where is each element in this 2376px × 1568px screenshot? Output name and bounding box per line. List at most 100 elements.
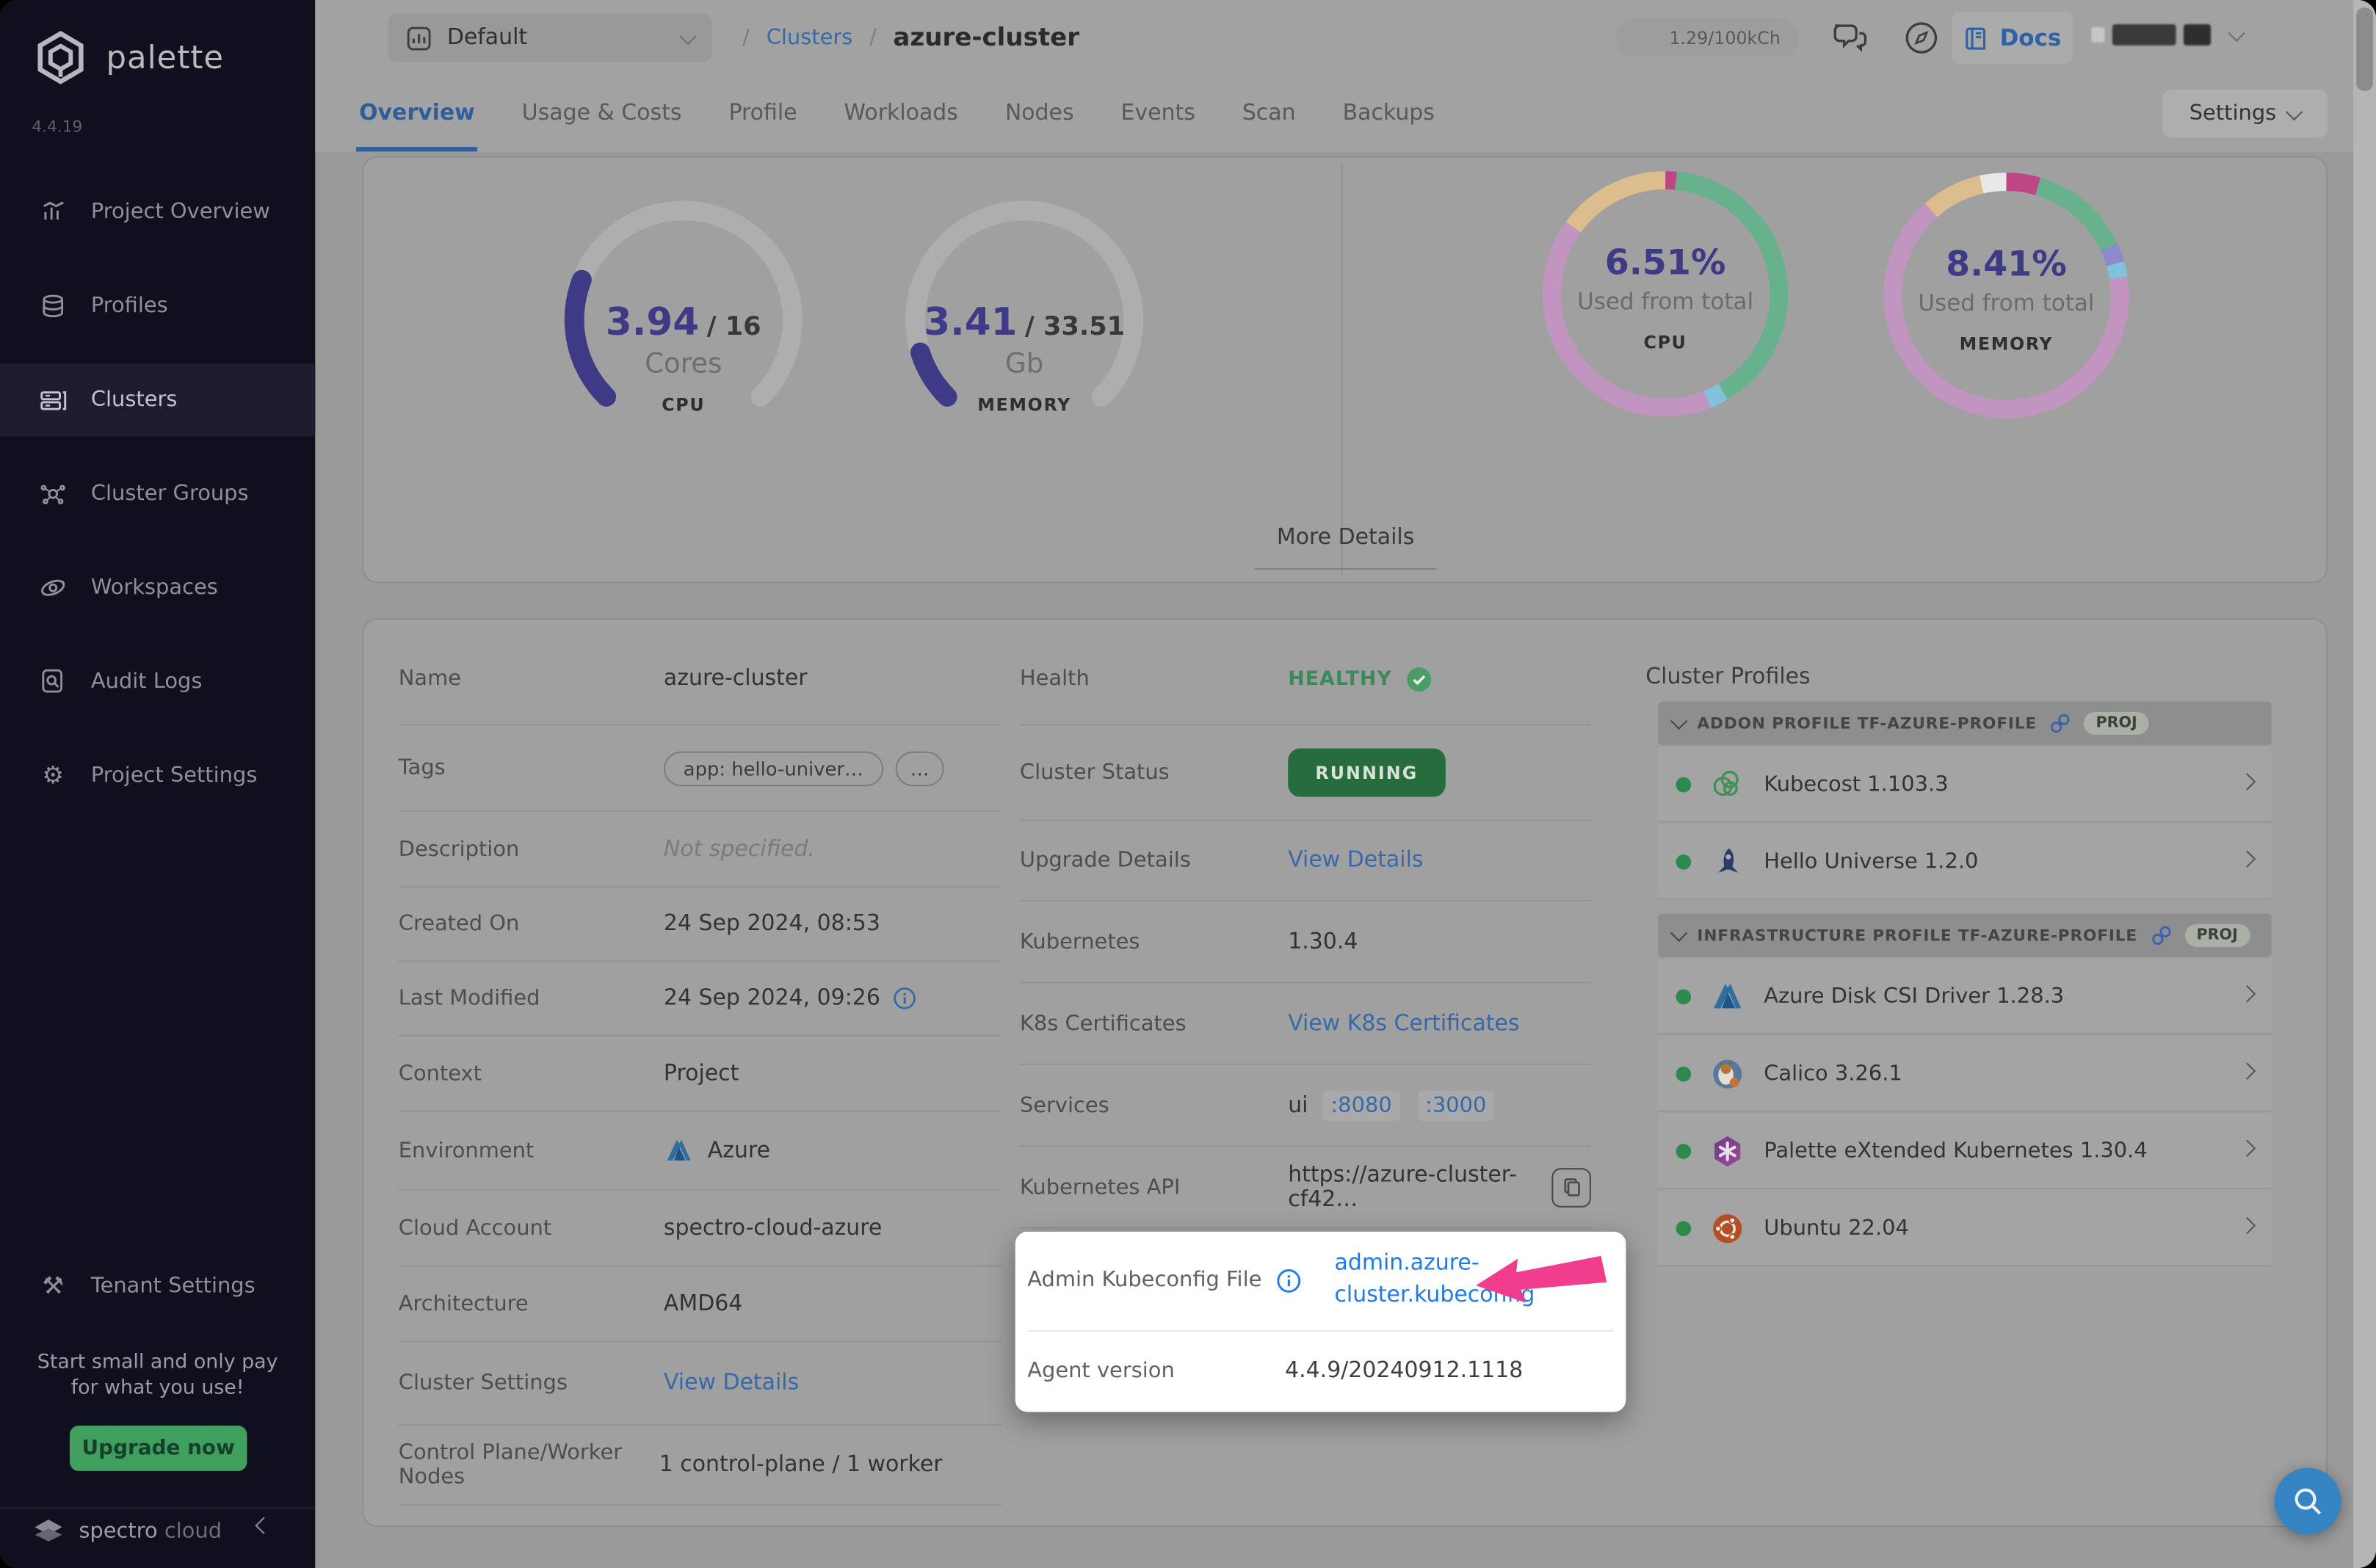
view-k8s-certificates-link[interactable]: View K8s Certificates (1288, 1012, 1519, 1036)
profile-layer-row[interactable]: Azure Disk CSI Driver 1.28.3 (1657, 959, 2272, 1035)
service-port-link[interactable]: :8080 (1323, 1089, 1400, 1121)
collapse-sidebar-icon[interactable] (255, 1517, 272, 1534)
upgrade-details-link[interactable]: View Details (1288, 849, 1423, 873)
chart-icon (407, 26, 431, 50)
detail-row: Kubernetes 1.30.4 (1019, 901, 1591, 984)
cluster-status-column: Health HEALTHY Cluster Status RUNNING Upg… (1019, 634, 1591, 1229)
magnifier-icon (2294, 1488, 2322, 1515)
chevron-down-icon (679, 26, 697, 45)
profile-layer-row[interactable]: Calico 3.26.1 (1657, 1036, 2272, 1112)
gear-icon: ⚙ (42, 761, 65, 790)
profile-layer-row[interactable]: Kubecost 1.103.3 (1657, 747, 2272, 823)
scrollbar[interactable] (2353, 0, 2376, 1568)
profile-layer-row[interactable]: Ubuntu 22.04 (1657, 1191, 2272, 1267)
tab-usage-costs[interactable]: Usage & Costs (522, 101, 682, 126)
cluster-settings-link[interactable]: View Details (664, 1371, 799, 1395)
cluster-status-badge[interactable]: RUNNING (1288, 748, 1446, 797)
detail-row: Services ui :8080 :3000 (1019, 1065, 1591, 1147)
addon-profile-header[interactable]: ADDON PROFILE TF-AZURE-PROFILE PROJ (1657, 701, 2272, 746)
tab-events[interactable]: Events (1121, 101, 1195, 126)
detail-row: Name azure-cluster (398, 634, 1002, 726)
sidebar-item-tenant-settings[interactable]: ⚒ Tenant Settings (0, 1250, 315, 1323)
detail-row: Cluster Status RUNNING (1019, 726, 1591, 821)
user-name-redacted (2112, 24, 2176, 46)
copy-icon[interactable] (1551, 1167, 1591, 1207)
tag-more-chip[interactable]: … (895, 750, 945, 786)
zoom-search-button[interactable] (2274, 1467, 2341, 1535)
chevron-right-icon (2238, 850, 2256, 868)
tag-chip[interactable]: app: hello-univer… (663, 750, 883, 786)
kubecost-logo (1713, 769, 1739, 796)
upgrade-now-button[interactable]: Upgrade now (69, 1426, 247, 1471)
messages-icon[interactable] (1830, 18, 1870, 64)
info-icon[interactable] (892, 987, 916, 1011)
tab-workloads[interactable]: Workloads (844, 101, 958, 126)
detail-row: Context Project (398, 1037, 1002, 1112)
sidebar-item-label: Tenant Settings (90, 1274, 256, 1299)
sidebar-item-audit-logs[interactable]: Audit Logs (0, 645, 315, 718)
sidebar-item-project-settings[interactable]: ⚙ Project Settings (0, 739, 315, 812)
audit-logs-icon (40, 668, 67, 695)
sidebar-item-label: Workspaces (90, 576, 218, 600)
cpu-usage-donut: 6.51% Used from total CPU (1537, 165, 1794, 423)
upgrade-promo-text: Start small and only pay for what you use… (37, 1351, 278, 1400)
workspaces-icon (40, 574, 67, 601)
status-dot (1676, 853, 1692, 869)
agent-version-row: Agent version 4.4.9/20240912.1118 (1027, 1329, 1614, 1410)
sidebar-item-clusters[interactable]: Clusters (0, 363, 316, 437)
project-selector-value: Default (446, 26, 528, 51)
cluster-profiles-title: Cluster Profiles (1645, 664, 1811, 690)
detail-row: Last Modified 24 Sep 2024, 09:26 (398, 962, 1002, 1037)
sidebar: palette 4.4.19 Project Overview Profiles… (0, 0, 316, 1568)
palette-extended-k8s-logo (1714, 1135, 1741, 1166)
profile-layer-row[interactable]: Hello Universe 1.2.0 (1657, 824, 2272, 900)
breadcrumb-current: azure-cluster (893, 22, 1080, 52)
detail-row: Created On 24 Sep 2024, 08:53 (398, 888, 1002, 962)
detail-row: Kubernetes API https://azure-cluster-cf42… (1019, 1147, 1591, 1229)
status-dot (1676, 988, 1692, 1004)
project-overview-icon (40, 198, 67, 225)
sidebar-divider (0, 1507, 316, 1509)
sidebar-item-profiles[interactable]: Profiles (0, 269, 315, 342)
tab-scan[interactable]: Scan (1242, 101, 1296, 126)
tab-backups[interactable]: Backups (1343, 101, 1435, 126)
brand-name: palette (106, 39, 225, 76)
tab-overview[interactable]: Overview (355, 101, 479, 152)
chevron-right-icon (2238, 1216, 2256, 1235)
calico-logo (1713, 1059, 1742, 1088)
memory-usage-donut: 8.41% Used from total MEMORY (1877, 167, 2135, 424)
compass-icon[interactable] (1903, 20, 1940, 62)
sidebar-item-cluster-groups[interactable]: Cluster Groups (0, 457, 315, 530)
breadcrumb-clusters-link[interactable]: Clusters (767, 25, 853, 49)
proj-badge: PROJ (2083, 711, 2150, 735)
tab-nodes[interactable]: Nodes (1005, 101, 1074, 126)
link-icon (2051, 714, 2070, 733)
chevron-down-icon (1670, 712, 1688, 730)
project-selector[interactable]: Default (388, 13, 712, 62)
tools-icon: ⚒ (42, 1271, 65, 1300)
hello-universe-logo (1718, 847, 1739, 872)
chevron-right-icon (2238, 985, 2256, 1003)
more-details-button[interactable]: More Details (1254, 526, 1437, 570)
spectro-cloud-logo (30, 1512, 67, 1549)
info-icon[interactable] (1275, 1267, 1301, 1293)
tab-profile[interactable]: Profile (729, 101, 797, 126)
user-menu[interactable] (2091, 23, 2245, 46)
scrollbar-thumb[interactable] (2356, 7, 2373, 91)
settings-button[interactable]: Settings (2162, 89, 2328, 138)
sidebar-item-label: Audit Logs (90, 669, 203, 694)
infrastructure-profile-header[interactable]: INFRASTRUCTURE PROFILE TF-AZURE-PROFILE … (1657, 913, 2272, 958)
chevron-down-icon (2286, 103, 2303, 120)
chevron-right-icon (2238, 1139, 2256, 1158)
cluster-info-column: Name azure-cluster Tags app: hello-univer…… (398, 634, 1002, 1506)
profiles-icon (40, 292, 67, 319)
status-dot (1676, 776, 1692, 792)
proj-badge: PROJ (2184, 923, 2250, 947)
sidebar-item-project-overview[interactable]: Project Overview (0, 175, 315, 248)
profile-layer-row[interactable]: Palette eXtended Kubernetes 1.30.4 (1657, 1113, 2272, 1190)
sidebar-item-label: Project Settings (90, 763, 258, 788)
sidebar-item-workspaces[interactable]: Workspaces (0, 551, 315, 624)
service-port-link[interactable]: :3000 (1417, 1089, 1494, 1121)
sidebar-item-label: Clusters (90, 388, 178, 413)
docs-button[interactable]: Docs (1952, 12, 2073, 64)
